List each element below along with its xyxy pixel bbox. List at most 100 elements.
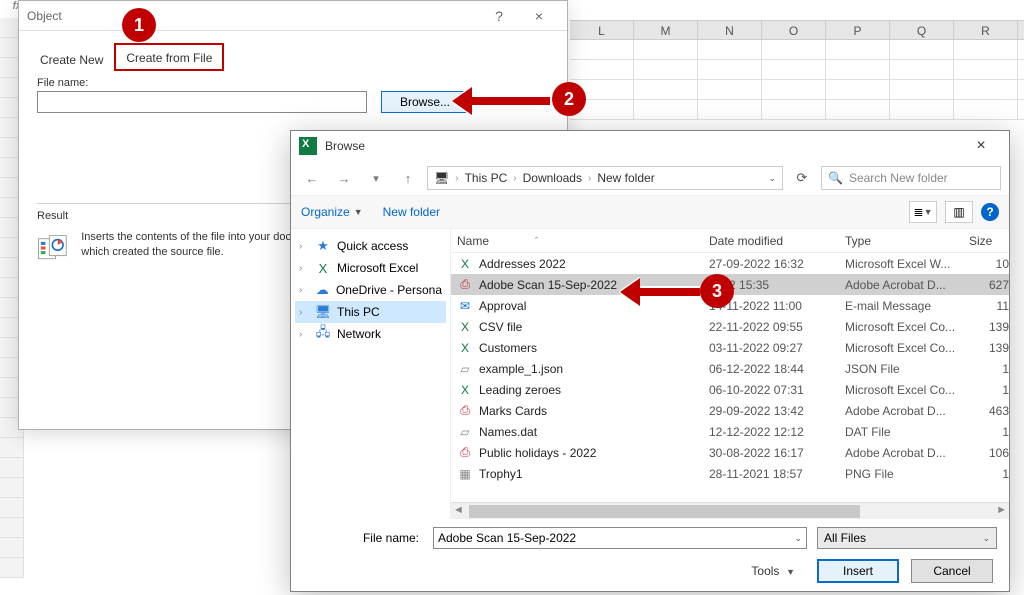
preview-pane-button[interactable]: ▥ [945,201,973,223]
file-row[interactable]: ▱example_1.json06-12-2022 18:44JSON File… [451,358,1009,379]
file-type: Adobe Acrobat D... [845,404,969,418]
search-icon: 🔍 [828,171,843,185]
file-row[interactable]: ▱Names.dat12-12-2022 12:12DAT File1 [451,421,1009,442]
search-input[interactable]: 🔍 Search New folder [821,166,1001,190]
scroll-right-icon[interactable]: ► [996,504,1007,516]
file-type-filter[interactable]: All Files⌄ [817,527,997,549]
tab-create-from-file[interactable]: Create from File [114,43,224,71]
excel-app-icon [299,137,317,155]
file-type: Microsoft Excel Co... [845,341,969,355]
result-icon [37,230,69,266]
help-icon[interactable]: ? [981,203,999,221]
help-button[interactable]: ? [479,8,519,24]
chevron-right-icon[interactable]: › [299,263,309,274]
file-row[interactable]: ⎙Marks Cards29-09-2022 13:42Adobe Acroba… [451,400,1009,421]
file-name: Customers [479,341,709,355]
file-type: Microsoft Excel Co... [845,320,969,334]
tree-item-label: This PC [337,305,380,319]
organize-menu[interactable]: Organize ▼ [301,205,363,219]
nav-tree: › ★ Quick access › X Microsoft Excel › ☁ OneDriv… [291,229,451,519]
col-header[interactable]: P [826,21,890,39]
callout-1: 1 [122,8,156,42]
file-name-combo[interactable]: Adobe Scan 15-Sep-2022⌄ [433,527,807,549]
refresh-button[interactable]: ⟳ [789,166,815,190]
file-name: Public holidays - 2022 [479,446,709,460]
chevron-down-icon[interactable]: ⌄ [794,533,802,544]
scroll-left-icon[interactable]: ◄ [453,504,464,516]
view-options-button[interactable]: ≣ ▼ [909,201,937,223]
file-type: Adobe Acrobat D... [845,446,969,460]
tree-item-icon: ★ [315,238,331,254]
chevron-right-icon[interactable]: › [299,307,309,318]
file-row[interactable]: XCustomers03-11-2022 09:27Microsoft Exce… [451,337,1009,358]
file-name: Marks Cards [479,404,709,418]
file-name: Addresses 2022 [479,257,709,271]
nav-recent-button[interactable]: ▾ [363,165,389,191]
insert-button[interactable]: Insert [817,559,899,583]
file-type-icon: X [457,319,473,335]
col-header[interactable]: Q [890,21,954,39]
pc-icon: 🖥 [434,171,449,185]
col-header[interactable]: N [698,21,762,39]
nav-back-button[interactable]: ← [299,165,325,191]
nav-up-button[interactable]: ↑ [395,165,421,191]
file-type-icon: ⎙ [457,277,473,293]
tree-item-label: Network [337,327,381,341]
tools-menu[interactable]: Tools ▼ [751,564,795,578]
file-name: example_1.json [479,362,709,376]
file-type-icon: ⎙ [457,445,473,461]
chevron-down-icon[interactable]: ⌄ [982,533,990,544]
breadcrumb[interactable]: 🖥 › This PC › Downloads › New folder ⌄ [427,166,783,190]
tree-item[interactable]: › 🖥 This PC [295,301,446,323]
tree-item[interactable]: › X Microsoft Excel [295,257,446,279]
chevron-right-icon[interactable]: › [299,241,309,252]
nav-forward-button[interactable]: → [331,165,357,191]
file-name-label: File name: [37,77,549,89]
file-name: Approval [479,299,709,313]
tree-item-label: Microsoft Excel [337,261,418,275]
chevron-right-icon[interactable]: › [299,329,309,340]
breadcrumb-segment[interactable]: This PC [465,171,508,185]
col-header[interactable]: L [570,21,634,39]
breadcrumb-segment[interactable]: Downloads [523,171,582,185]
object-titlebar[interactable]: Object ? × [19,1,567,31]
file-name: Trophy1 [479,467,709,481]
file-name-input[interactable] [37,91,367,113]
close-button[interactable]: × [519,8,559,24]
col-header[interactable]: R [954,21,1018,39]
close-button[interactable]: × [961,137,1001,155]
file-row[interactable]: XCSV file22-11-2022 09:55Microsoft Excel… [451,316,1009,337]
tree-item-label: Quick access [337,239,408,253]
file-type-icon: ▱ [457,361,473,377]
file-size: 1 [969,467,1009,481]
breadcrumb-segment[interactable]: New folder [597,171,654,185]
col-header[interactable]: O [762,21,826,39]
file-row[interactable]: XLeading zeroes06-10-2022 07:31Microsoft… [451,379,1009,400]
file-list-header[interactable]: Nameˆ Date modified Type Size [451,229,1009,253]
file-size: 1 [969,383,1009,397]
tree-item-label: OneDrive - Persona [336,283,442,297]
file-type-icon: ▱ [457,424,473,440]
file-row[interactable]: ⎙Public holidays - 202230-08-2022 16:17A… [451,442,1009,463]
file-size: 139 [969,320,1009,334]
file-row[interactable]: XAddresses 202227-09-2022 16:32Microsoft… [451,253,1009,274]
file-row[interactable]: ▦Trophy128-11-2021 18:57PNG File1 [451,463,1009,484]
chevron-down-icon[interactable]: ⌄ [768,173,776,184]
tab-create-new[interactable]: Create New [29,46,114,71]
tree-item-icon: 🖥 [315,304,331,320]
horizontal-scrollbar[interactable]: ◄ ► [451,502,1009,519]
browse-titlebar[interactable]: Browse × [291,131,1009,161]
cancel-button[interactable]: Cancel [911,559,993,583]
tree-item-icon: ☁ [315,282,330,298]
tree-item[interactable]: › ☁ OneDrive - Persona [295,279,446,301]
tree-item[interactable]: › ★ Quick access [295,235,446,257]
tree-item-icon: X [315,260,331,276]
file-date: 22-11-2022 09:55 [709,320,845,334]
col-header[interactable]: M [634,21,698,39]
file-size: 463 [969,404,1009,418]
chevron-right-icon[interactable]: › [299,285,309,296]
file-size: 139 [969,341,1009,355]
new-folder-button[interactable]: New folder [383,205,440,219]
file-type-icon: X [457,340,473,356]
tree-item[interactable]: ›🖧Network [295,323,446,345]
